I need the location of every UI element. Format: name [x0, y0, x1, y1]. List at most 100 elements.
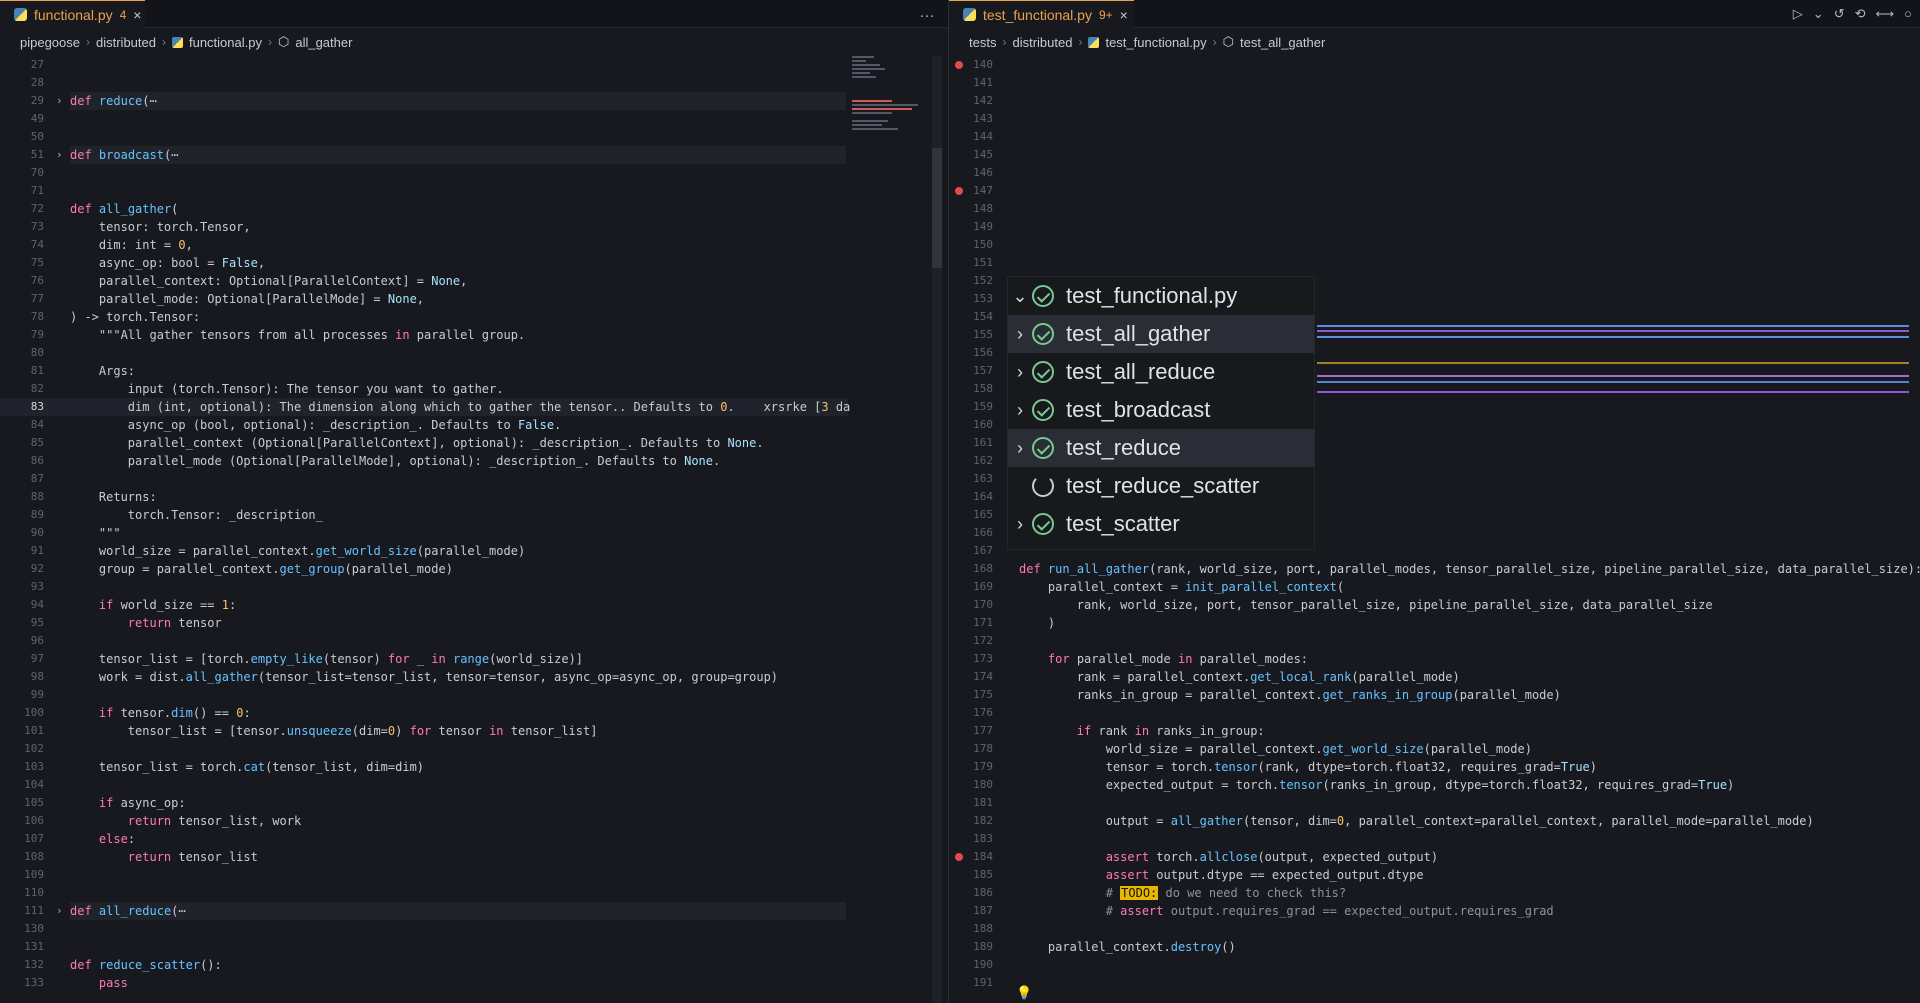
- code-line[interactable]: 140: [949, 56, 1920, 74]
- code-line[interactable]: 174 rank = parallel_context.get_local_ra…: [949, 668, 1920, 686]
- code-line[interactable]: 98 work = dist.all_gather(tensor_list=te…: [0, 668, 848, 686]
- code-line[interactable]: 180 expected_output = torch.tensor(ranks…: [949, 776, 1920, 794]
- code-line[interactable]: 111 › def all_reduce(⋯: [0, 902, 848, 920]
- code-line[interactable]: 103 tensor_list = torch.cat(tensor_list,…: [0, 758, 848, 776]
- code-line[interactable]: 185 assert output.dtype == expected_outp…: [949, 866, 1920, 884]
- code-line[interactable]: 133 pass: [0, 974, 848, 992]
- compare-icon[interactable]: ⟷: [1876, 6, 1895, 22]
- code-line[interactable]: 104: [0, 776, 848, 794]
- tree-item-test-all-gather[interactable]: › test_all_gather: [1008, 315, 1314, 353]
- breakpoint-icon[interactable]: [955, 187, 963, 195]
- left-scrollbar-thumb[interactable]: [932, 148, 942, 268]
- code-line[interactable]: 173 for parallel_mode in parallel_modes:: [949, 650, 1920, 668]
- code-line[interactable]: 29 › def reduce(⋯: [0, 92, 848, 110]
- chevron-down-icon[interactable]: ⌄: [1813, 6, 1824, 22]
- code-line[interactable]: 146: [949, 164, 1920, 182]
- code-line[interactable]: 78) -> torch.Tensor:: [0, 308, 848, 326]
- code-line[interactable]: 106 return tensor_list, work: [0, 812, 848, 830]
- code-line[interactable]: 94 if world_size == 1:: [0, 596, 848, 614]
- code-line[interactable]: 183: [949, 830, 1920, 848]
- code-line[interactable]: 190: [949, 956, 1920, 974]
- code-line[interactable]: 70: [0, 164, 848, 182]
- code-line[interactable]: 130: [0, 920, 848, 938]
- code-line[interactable]: 49: [0, 110, 848, 128]
- code-line[interactable]: 76 parallel_context: Optional[ParallelCo…: [0, 272, 848, 290]
- code-line[interactable]: 144: [949, 128, 1920, 146]
- breadcrumb-item[interactable]: pipegoose: [20, 35, 80, 50]
- code-line[interactable]: 179 tensor = torch.tensor(rank, dtype=to…: [949, 758, 1920, 776]
- settings-icon[interactable]: ○: [1904, 6, 1912, 22]
- breadcrumb-item[interactable]: test_functional.py: [1105, 35, 1206, 50]
- code-line[interactable]: 91 world_size = parallel_context.get_wor…: [0, 542, 848, 560]
- tree-item-test-reduce-scatter[interactable]: test_reduce_scatter: [1008, 467, 1314, 505]
- code-line[interactable]: 85 parallel_context (Optional[ParallelCo…: [0, 434, 848, 452]
- chevron-right-icon[interactable]: ›: [1008, 324, 1032, 345]
- code-line[interactable]: 150: [949, 236, 1920, 254]
- sync-icon[interactable]: ⟲: [1855, 6, 1866, 22]
- close-icon[interactable]: ×: [1120, 7, 1128, 23]
- code-line[interactable]: 143: [949, 110, 1920, 128]
- code-line[interactable]: 107 else:: [0, 830, 848, 848]
- code-line[interactable]: 148: [949, 200, 1920, 218]
- code-line[interactable]: 187 # assert output.requires_grad == exp…: [949, 902, 1920, 920]
- code-line[interactable]: 95 return tensor: [0, 614, 848, 632]
- chevron-right-icon[interactable]: ›: [56, 902, 63, 920]
- code-line[interactable]: 186 # TODO: do we need to check this?: [949, 884, 1920, 902]
- code-line[interactable]: 170 rank, world_size, port, tensor_paral…: [949, 596, 1920, 614]
- code-line[interactable]: 51 › def broadcast(⋯: [0, 146, 848, 164]
- code-line[interactable]: 168 def run_all_gather(rank, world_size, …: [949, 560, 1920, 578]
- code-line[interactable]: 92 group = parallel_context.get_group(pa…: [0, 560, 848, 578]
- code-line[interactable]: 176: [949, 704, 1920, 722]
- code-line[interactable]: 89 torch.Tensor: _description_: [0, 506, 848, 524]
- code-line[interactable]: 181: [949, 794, 1920, 812]
- breadcrumb-item[interactable]: test_all_gather: [1240, 35, 1325, 50]
- code-line[interactable]: 105 if async_op:: [0, 794, 848, 812]
- code-line[interactable]: 142: [949, 92, 1920, 110]
- code-line[interactable]: 73 tensor: torch.Tensor,: [0, 218, 848, 236]
- code-line[interactable]: 172: [949, 632, 1920, 650]
- breadcrumb-item[interactable]: distributed: [96, 35, 156, 50]
- code-line[interactable]: 97 tensor_list = [torch.empty_like(tenso…: [0, 650, 848, 668]
- code-line[interactable]: 110: [0, 884, 848, 902]
- code-line[interactable]: 90 """: [0, 524, 848, 542]
- run-icon[interactable]: ▷: [1793, 6, 1803, 22]
- code-line[interactable]: 100 if tensor.dim() == 0:: [0, 704, 848, 722]
- code-line[interactable]: 80: [0, 344, 848, 362]
- tree-item-test-broadcast[interactable]: › test_broadcast: [1008, 391, 1314, 429]
- code-line[interactable]: 178 world_size = parallel_context.get_wo…: [949, 740, 1920, 758]
- code-line[interactable]: 74 dim: int = 0,: [0, 236, 848, 254]
- breadcrumb-item[interactable]: functional.py: [189, 35, 262, 50]
- code-line[interactable]: 169 parallel_context = init_parallel_con…: [949, 578, 1920, 596]
- chevron-right-icon[interactable]: ›: [1008, 514, 1032, 535]
- code-line[interactable]: 50: [0, 128, 848, 146]
- code-line[interactable]: 93: [0, 578, 848, 596]
- code-line[interactable]: 27: [0, 56, 848, 74]
- code-line[interactable]: 87: [0, 470, 848, 488]
- tree-item-root[interactable]: ⌄ test_functional.py: [1008, 277, 1314, 315]
- code-line[interactable]: 79 """All gather tensors from all proces…: [0, 326, 848, 344]
- breakpoint-icon[interactable]: [955, 61, 963, 69]
- code-line[interactable]: 82 input (torch.Tensor): The tensor you …: [0, 380, 848, 398]
- tree-item-test-scatter[interactable]: › test_scatter: [1008, 505, 1314, 543]
- code-line[interactable]: 132 def reduce_scatter():: [0, 956, 848, 974]
- code-line[interactable]: 189 parallel_context.destroy(): [949, 938, 1920, 956]
- history-icon[interactable]: ↺: [1834, 6, 1845, 22]
- code-line[interactable]: 28: [0, 74, 848, 92]
- code-line[interactable]: 71: [0, 182, 848, 200]
- tree-item-test-reduce[interactable]: › test_reduce: [1008, 429, 1314, 467]
- code-line[interactable]: 88 Returns:: [0, 488, 848, 506]
- code-line[interactable]: 99: [0, 686, 848, 704]
- code-line[interactable]: 77 parallel_mode: Optional[ParallelMode]…: [0, 290, 848, 308]
- code-line[interactable]: 147: [949, 182, 1920, 200]
- tab-functional-py[interactable]: functional.py 4 ×: [0, 0, 145, 28]
- lightbulb-icon[interactable]: 💡: [1016, 985, 1032, 1001]
- chevron-right-icon[interactable]: ›: [1008, 400, 1032, 421]
- code-line[interactable]: 182 output = all_gather(tensor, dim=0, p…: [949, 812, 1920, 830]
- tab-test-functional-py[interactable]: test_functional.py 9+ ×: [949, 0, 1134, 28]
- code-line[interactable]: 108 return tensor_list: [0, 848, 848, 866]
- breakpoint-icon[interactable]: [955, 853, 963, 861]
- breadcrumb-item[interactable]: tests: [969, 35, 996, 50]
- code-line[interactable]: 177 if rank in ranks_in_group:: [949, 722, 1920, 740]
- code-line[interactable]: 141: [949, 74, 1920, 92]
- tree-item-test-all-reduce[interactable]: › test_all_reduce: [1008, 353, 1314, 391]
